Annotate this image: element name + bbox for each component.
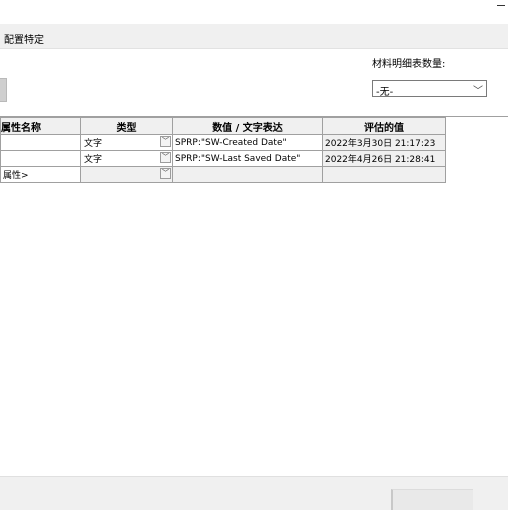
chevron-down-icon[interactable]: ﹀ [160, 168, 171, 179]
title-bar [0, 0, 508, 24]
bom-quantity-value: -无- [376, 87, 394, 98]
chevron-down-icon[interactable]: ﹀ [160, 152, 171, 163]
property-name-cell[interactable] [0, 134, 81, 151]
evaluated-value-cell: 2022年4月26日 21:28:41 [322, 150, 446, 167]
table-row-new-property: 属性> ﹀ [0, 166, 446, 183]
tab-strip: 配置特定 [0, 24, 508, 49]
tab-configuration-specific[interactable]: 配置特定 [4, 31, 44, 46]
evaluated-value-cell [322, 166, 446, 183]
type-value: 文字 [84, 139, 103, 149]
header-property-name[interactable]: 属性名称 [0, 117, 81, 135]
bottom-button[interactable] [391, 489, 473, 510]
value-expression-cell[interactable] [172, 166, 323, 183]
bom-quantity-label: 材料明细表数量: [372, 59, 446, 70]
chevron-down-icon[interactable]: ﹀ [473, 82, 483, 97]
header-type[interactable]: 类型 [80, 117, 173, 135]
table-row: 文字 ﹀ SPRP:"SW-Created Date" 2022年3月30日 2… [0, 134, 446, 151]
header-evaluated-value[interactable]: 评估的值 [322, 117, 446, 135]
value-expression-cell[interactable]: SPRP:"SW-Last Saved Date" [172, 150, 323, 167]
properties-table: 属性名称 类型 数值 / 文字表达 评估的值 文字 ﹀ SPRP:"SW-Cre… [0, 117, 446, 183]
table-row: 文字 ﹀ SPRP:"SW-Last Saved Date" 2022年4月26… [0, 150, 446, 167]
property-name-cell[interactable] [0, 150, 81, 167]
type-cell[interactable]: 文字 ﹀ [80, 134, 173, 151]
header-value-expression[interactable]: 数值 / 文字表达 [172, 117, 323, 135]
minimize-icon[interactable] [497, 5, 505, 6]
left-button[interactable] [0, 78, 7, 102]
chevron-down-icon[interactable]: ﹀ [160, 136, 171, 147]
value-expression-cell[interactable]: SPRP:"SW-Created Date" [172, 134, 323, 151]
type-cell[interactable]: 文字 ﹀ [80, 150, 173, 167]
custom-properties-dialog: 配置特定 材料明细表数量: -无- ﹀ 属性名称 类型 数值 / 文字表达 评估… [0, 0, 508, 510]
evaluated-value-cell: 2022年3月30日 21:17:23 [322, 134, 446, 151]
type-cell[interactable]: ﹀ [80, 166, 173, 183]
bom-quantity-select[interactable]: -无- ﹀ [372, 80, 487, 98]
table-header-row: 属性名称 类型 数值 / 文字表达 评估的值 [0, 117, 446, 135]
new-property-cell[interactable]: 属性> [0, 166, 81, 183]
bottom-bar [0, 476, 508, 510]
type-value: 文字 [84, 155, 103, 165]
